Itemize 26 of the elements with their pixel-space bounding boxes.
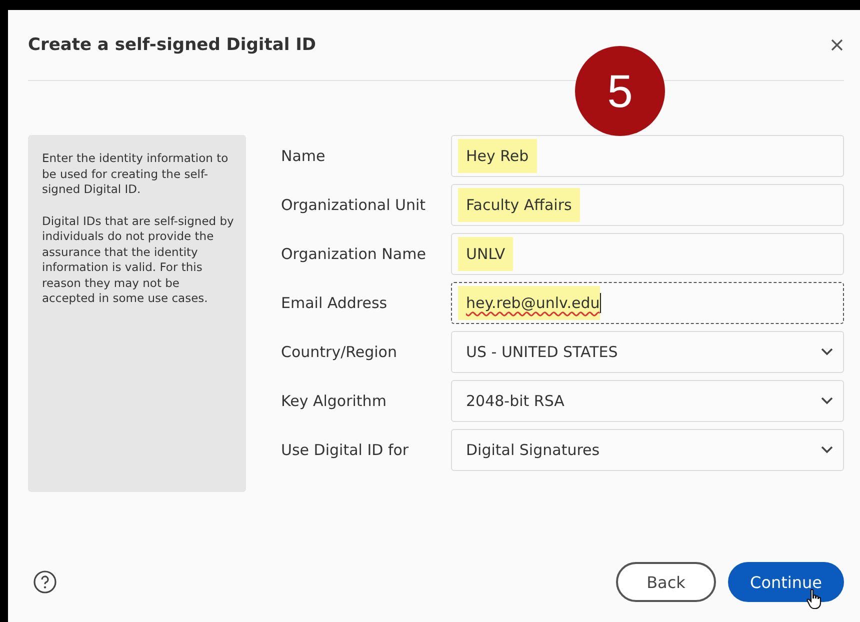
field-label: Use Digital ID for	[281, 441, 410, 459]
field-label: Email Address	[281, 294, 388, 312]
dropdown[interactable]: 2048-bit RSA	[451, 380, 844, 422]
field-label: Organizational Unit	[281, 196, 427, 214]
dropdown[interactable]: US - UNITED STATES	[451, 331, 844, 373]
input-field[interactable]: UNLV	[451, 233, 844, 275]
close-icon[interactable]	[830, 38, 844, 52]
chevron-down-icon	[821, 446, 833, 454]
continue-button[interactable]: Continue	[728, 562, 844, 602]
dropdown[interactable]: Digital Signatures	[451, 429, 844, 471]
hand-cursor-icon	[806, 588, 824, 610]
chevron-down-icon	[821, 397, 833, 405]
dialog-title: Create a self-signed Digital ID	[28, 35, 316, 55]
field-label: Country/Region	[281, 343, 398, 361]
input-field[interactable]: Hey Reb	[451, 135, 844, 177]
field-label: Organization Name	[281, 245, 427, 263]
info-paragraph: Digital IDs that are self-signed by individuals do not provide the assurance that the identity information is valid. For this reason they may not be accepted in some use cases.	[42, 214, 235, 306]
chevron-down-icon	[821, 348, 833, 356]
field-label: Key Algorithm	[281, 392, 388, 410]
step-badge: 5	[575, 46, 665, 136]
field-label: Name	[281, 147, 326, 165]
info-paragraph: Enter the identity information to be used for creating the self-signed Digital ID.	[42, 151, 230, 198]
input-field[interactable]: Faculty Affairs	[451, 184, 844, 226]
help-icon[interactable]	[33, 570, 57, 594]
back-button[interactable]: Back	[616, 562, 716, 602]
input-field[interactable]: hey.reb@unlv.edu	[451, 282, 844, 324]
